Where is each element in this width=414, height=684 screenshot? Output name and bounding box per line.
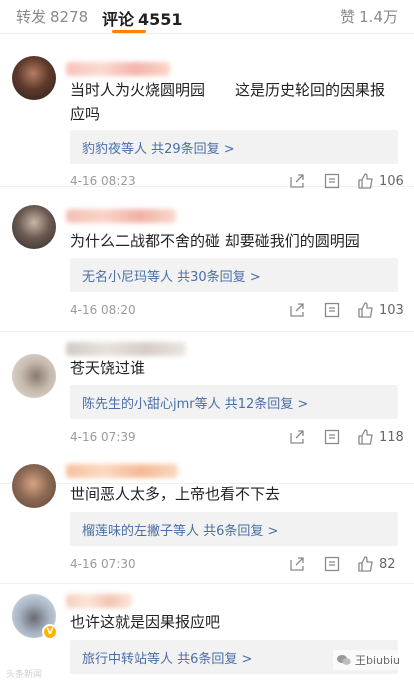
tab-like-count: 1.4万 bbox=[359, 8, 398, 26]
like-count: 82 bbox=[379, 557, 396, 572]
comment-time: 4-16 08:23 bbox=[70, 174, 136, 188]
username-blurred[interactable] bbox=[66, 464, 178, 478]
tab-repost-label: 转发 bbox=[16, 8, 47, 26]
username-blurred[interactable] bbox=[66, 209, 176, 223]
comment-icon[interactable] bbox=[323, 301, 341, 319]
reply-summary-link[interactable]: 豹豹夜等人 共29条回复 > bbox=[70, 130, 398, 164]
comment-text: 也许这就是因果报应吧 bbox=[70, 613, 221, 631]
watermark-right: 王biubiu bbox=[332, 650, 404, 670]
reply-summary-text: 豹豹夜等人 共29条回复 > bbox=[82, 142, 235, 157]
avatar[interactable] bbox=[12, 354, 56, 398]
tab-repost-count: 8278 bbox=[50, 8, 89, 26]
comment-time: 4-16 08:20 bbox=[70, 303, 136, 317]
reply-summary-link[interactable]: 陈先生的小甜心jmr等人 共12条回复 > bbox=[70, 385, 398, 419]
comment-text: 为什么二战都不舍的碰 却要碰我们的圆明园 bbox=[70, 232, 360, 250]
watermark-left: 头条新闻 bbox=[6, 670, 43, 680]
reply-summary-text: 无名小尼玛等人 共30条回复 > bbox=[82, 270, 261, 285]
tab-comment[interactable]: 评论 4551 bbox=[102, 6, 183, 30]
share-icon[interactable] bbox=[288, 428, 306, 446]
like-icon[interactable] bbox=[357, 301, 375, 319]
comment-time: 4-16 07:30 bbox=[70, 557, 136, 571]
comment-item: 世间恶人太多，上帝也看不下去 榴莲味的左撇子等人 共6条回复 > 4-16 07… bbox=[0, 454, 414, 584]
tab-comment-label: 评论 bbox=[102, 10, 135, 29]
like-icon[interactable] bbox=[357, 428, 375, 446]
tab-comment-count: 4551 bbox=[138, 10, 183, 29]
like-icon[interactable] bbox=[357, 555, 375, 573]
watermark-right-text: 王biubiu bbox=[354, 654, 400, 667]
avatar[interactable] bbox=[12, 56, 56, 100]
comment-list[interactable]: 当时人为火烧圆明园 这是历史轮回的因果报应吗 豹豹夜等人 共29条回复 > 4-… bbox=[0, 34, 414, 684]
comment-text: 苍天饶过谁 bbox=[70, 359, 146, 377]
reply-summary-text: 榴莲味的左撇子等人 共6条回复 > bbox=[82, 524, 279, 539]
comment-text: 当时人为火烧圆明园 这是历史轮回的因果报应吗 bbox=[70, 81, 386, 123]
tab-like-label: 赞 bbox=[340, 8, 356, 26]
like-count: 118 bbox=[379, 430, 404, 445]
vip-badge-icon: V bbox=[42, 624, 58, 640]
reply-summary-text: 陈先生的小甜心jmr等人 共12条回复 > bbox=[82, 397, 309, 412]
tab-repost[interactable]: 转发 8278 bbox=[16, 6, 88, 27]
tab-like[interactable]: 赞 1.4万 bbox=[340, 6, 398, 27]
comment-time: 4-16 07:39 bbox=[70, 430, 136, 444]
share-icon[interactable] bbox=[288, 301, 306, 319]
share-icon[interactable] bbox=[288, 555, 306, 573]
username-blurred[interactable] bbox=[66, 342, 186, 356]
avatar[interactable] bbox=[12, 464, 56, 508]
reply-summary-text: 旅行中转站等人 共6条回复 > bbox=[82, 652, 253, 667]
comment-item: 当时人为火烧圆明园 这是历史轮回的因果报应吗 豹豹夜等人 共29条回复 > 4-… bbox=[0, 34, 414, 189]
username-blurred[interactable] bbox=[66, 594, 132, 608]
wechat-icon bbox=[336, 655, 351, 665]
comment-text: 世间恶人太多，上帝也看不下去 bbox=[70, 485, 281, 503]
comment-item: 为什么二战都不舍的碰 却要碰我们的圆明园 无名小尼玛等人 共30条回复 > 4-… bbox=[0, 187, 414, 332]
comment-icon[interactable] bbox=[323, 428, 341, 446]
reply-summary-link[interactable]: 无名小尼玛等人 共30条回复 > bbox=[70, 258, 398, 292]
username-blurred[interactable] bbox=[66, 62, 170, 76]
reply-summary-link[interactable]: 榴莲味的左撇子等人 共6条回复 > bbox=[70, 512, 398, 546]
active-tab-indicator bbox=[112, 30, 146, 33]
comment-tab-bar: 转发 8278 评论 4551 赞 1.4万 bbox=[0, 0, 414, 34]
comment-icon[interactable] bbox=[323, 555, 341, 573]
like-count: 103 bbox=[379, 303, 404, 318]
avatar[interactable] bbox=[12, 205, 56, 249]
